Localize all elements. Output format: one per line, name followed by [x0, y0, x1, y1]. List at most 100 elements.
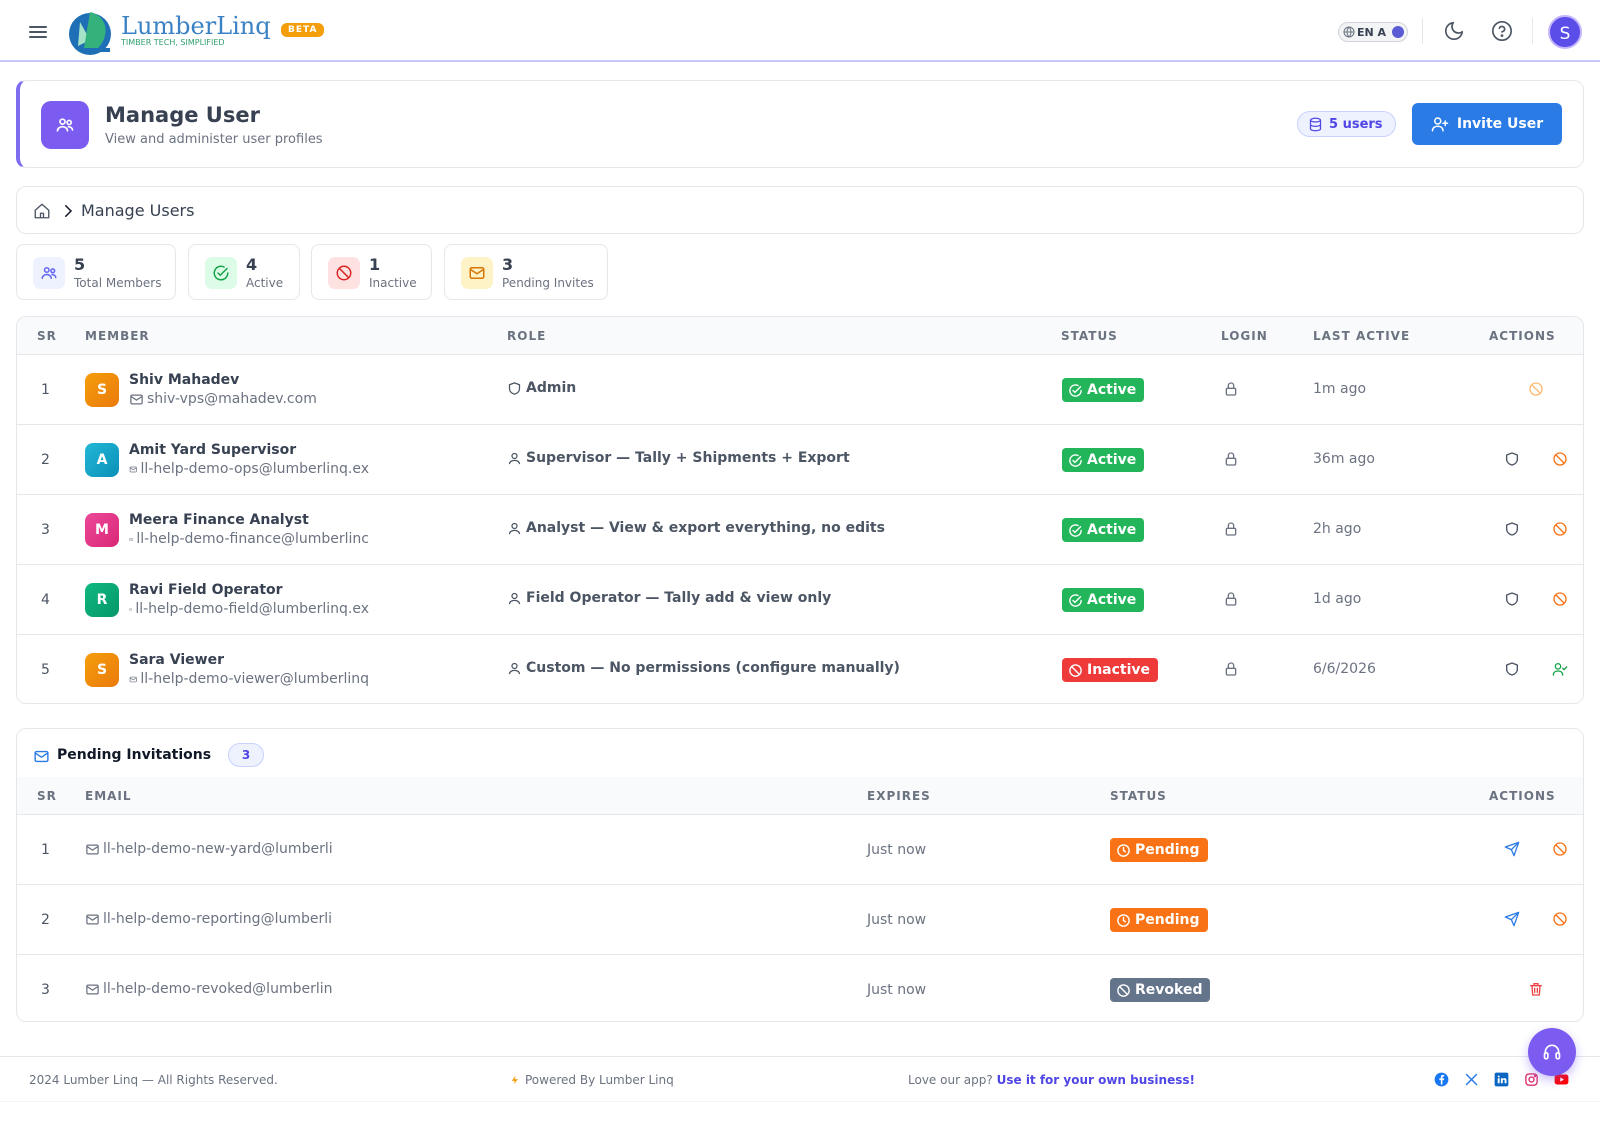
- linkedin-icon[interactable]: [1494, 1072, 1509, 1087]
- footer: 2024 Lumber Linq — All Rights Reserved. …: [0, 1056, 1600, 1102]
- menu-icon[interactable]: [26, 20, 50, 44]
- stat-label: Active: [246, 276, 284, 290]
- column-header-status: STATUS: [1110, 789, 1167, 803]
- status-text: Active: [1087, 522, 1137, 538]
- mail-icon: [129, 607, 133, 611]
- invitation-count-badge: 3: [228, 743, 264, 767]
- toggle-knob: [1392, 26, 1404, 38]
- mail-icon: [129, 676, 137, 682]
- table-row[interactable]: 1 S Shiv Mahadev shiv-vps@mahadev.com Ad…: [17, 355, 1583, 425]
- support-button[interactable]: [1528, 1028, 1576, 1076]
- deactivate-icon[interactable]: [1528, 381, 1544, 397]
- invitation-email: ll-help-demo-new-yard@lumberli: [85, 841, 333, 857]
- column-header-expires: EXPIRES: [867, 789, 931, 803]
- invite-user-button[interactable]: Invite User: [1412, 103, 1562, 145]
- last-active: 2h ago: [1313, 521, 1362, 537]
- member-role: Field Operator — Tally add & view only: [507, 590, 831, 606]
- lock-icon[interactable]: [1223, 381, 1239, 397]
- brand-logo[interactable]: LumberLinq TIMBER TECH, SIMPLIFIED: [66, 6, 271, 58]
- x-twitter-icon[interactable]: [1464, 1072, 1479, 1087]
- check-circle-icon: [205, 257, 237, 289]
- status-badge: Inactive: [1062, 658, 1159, 682]
- shield-icon[interactable]: [1504, 661, 1520, 677]
- trash-icon[interactable]: [1528, 981, 1544, 997]
- database-icon: [1309, 117, 1322, 131]
- promo-text: Love our app?: [908, 1073, 993, 1087]
- avatar: S: [85, 653, 119, 687]
- member-email-text: ll-help-demo-field@lumberlinq.ex: [135, 601, 369, 617]
- ban-icon: [1117, 983, 1130, 997]
- user-count-label: 5 users: [1329, 116, 1383, 132]
- help-icon[interactable]: [1491, 20, 1513, 42]
- last-active: 1m ago: [1313, 381, 1367, 397]
- lock-icon[interactable]: [1223, 451, 1239, 467]
- shield-icon: [508, 381, 521, 395]
- member-email: ll-help-demo-field@lumberlinq.ex: [129, 601, 369, 617]
- status-badge: Active: [1062, 378, 1145, 402]
- stat-label: Inactive: [369, 276, 417, 290]
- beta-badge: BETA: [281, 23, 325, 37]
- mail-icon: [129, 537, 134, 541]
- member-email: ll-help-demo-ops@lumberlinq.ex: [129, 461, 369, 477]
- deactivate-icon[interactable]: [1552, 591, 1568, 607]
- ban-icon: [1069, 663, 1082, 677]
- shield-icon[interactable]: [1504, 451, 1520, 467]
- lock-icon[interactable]: [1223, 661, 1239, 677]
- facebook-icon[interactable]: [1434, 1072, 1449, 1087]
- member-name: Amit Yard Supervisor: [129, 442, 297, 458]
- moon-icon[interactable]: [1443, 20, 1465, 42]
- resend-icon[interactable]: [1504, 841, 1520, 857]
- column-header-status: STATUS: [1061, 329, 1118, 343]
- column-header-last-active: LAST ACTIVE: [1313, 329, 1411, 343]
- shield-icon[interactable]: [1504, 521, 1520, 537]
- promo-link[interactable]: Use it for your own business!: [997, 1073, 1195, 1087]
- user-avatar[interactable]: S: [1548, 15, 1582, 49]
- language-toggle[interactable]: EN A: [1338, 22, 1408, 42]
- table-row[interactable]: 3 M Meera Finance Analyst ll-help-demo-f…: [17, 495, 1583, 565]
- stat-value: 5: [74, 255, 86, 274]
- member-role: Admin: [507, 380, 576, 396]
- member-role-text: Analyst — View & export everything, no e…: [526, 520, 885, 536]
- lock-icon[interactable]: [1223, 521, 1239, 537]
- activate-user-icon[interactable]: [1552, 661, 1568, 677]
- column-header-email: EMAIL: [85, 789, 132, 803]
- deactivate-icon[interactable]: [1552, 451, 1568, 467]
- check-circle-icon: [1069, 523, 1082, 537]
- check-circle-icon: [1069, 593, 1082, 607]
- revoke-icon[interactable]: [1552, 841, 1568, 857]
- member-role: Analyst — View & export everything, no e…: [507, 520, 885, 536]
- revoke-icon[interactable]: [1552, 911, 1568, 927]
- home-icon[interactable]: [33, 202, 51, 220]
- member-role-text: Custom — No permissions (configure manua…: [526, 660, 900, 676]
- shield-icon[interactable]: [1504, 591, 1520, 607]
- table-row[interactable]: 5 S Sara Viewer ll-help-demo-viewer@lumb…: [17, 635, 1583, 703]
- check-circle-icon: [1069, 453, 1082, 467]
- last-active: 1d ago: [1313, 591, 1362, 607]
- mail-icon: [86, 984, 99, 994]
- member-name: Ravi Field Operator: [129, 582, 283, 598]
- table-row[interactable]: 2 A Amit Yard Supervisor ll-help-demo-op…: [17, 425, 1583, 495]
- member-role-text: Field Operator — Tally add & view only: [526, 590, 832, 606]
- lock-icon[interactable]: [1223, 591, 1239, 607]
- breadcrumb: Manage Users: [16, 186, 1584, 234]
- member-email-text: ll-help-demo-ops@lumberlinq.ex: [140, 461, 369, 477]
- last-active: 36m ago: [1313, 451, 1375, 467]
- invitation-row[interactable]: 3 ll-help-demo-revoked@lumberlin Just no…: [17, 955, 1583, 1021]
- resend-icon[interactable]: [1504, 911, 1520, 927]
- column-header-login: LOGIN: [1221, 329, 1268, 343]
- member-email: ll-help-demo-viewer@lumberlinq: [129, 671, 369, 687]
- avatar: S: [85, 373, 119, 407]
- ban-icon: [328, 257, 360, 289]
- invitation-row[interactable]: 1 ll-help-demo-new-yard@lumberli Just no…: [17, 815, 1583, 885]
- instagram-icon[interactable]: [1524, 1072, 1539, 1087]
- invite-user-label: Invite User: [1456, 116, 1544, 132]
- user-count-badge: 5 users: [1297, 111, 1396, 137]
- member-role: Custom — No permissions (configure manua…: [507, 660, 900, 676]
- invitation-row[interactable]: 2 ll-help-demo-reporting@lumberli Just n…: [17, 885, 1583, 955]
- status-text: Pending: [1135, 842, 1200, 858]
- deactivate-icon[interactable]: [1552, 521, 1568, 537]
- table-row[interactable]: 4 R Ravi Field Operator ll-help-demo-fie…: [17, 565, 1583, 635]
- check-circle-icon: [1069, 383, 1082, 397]
- user-icon: [508, 592, 521, 604]
- section-title: Pending Invitations: [57, 747, 212, 763]
